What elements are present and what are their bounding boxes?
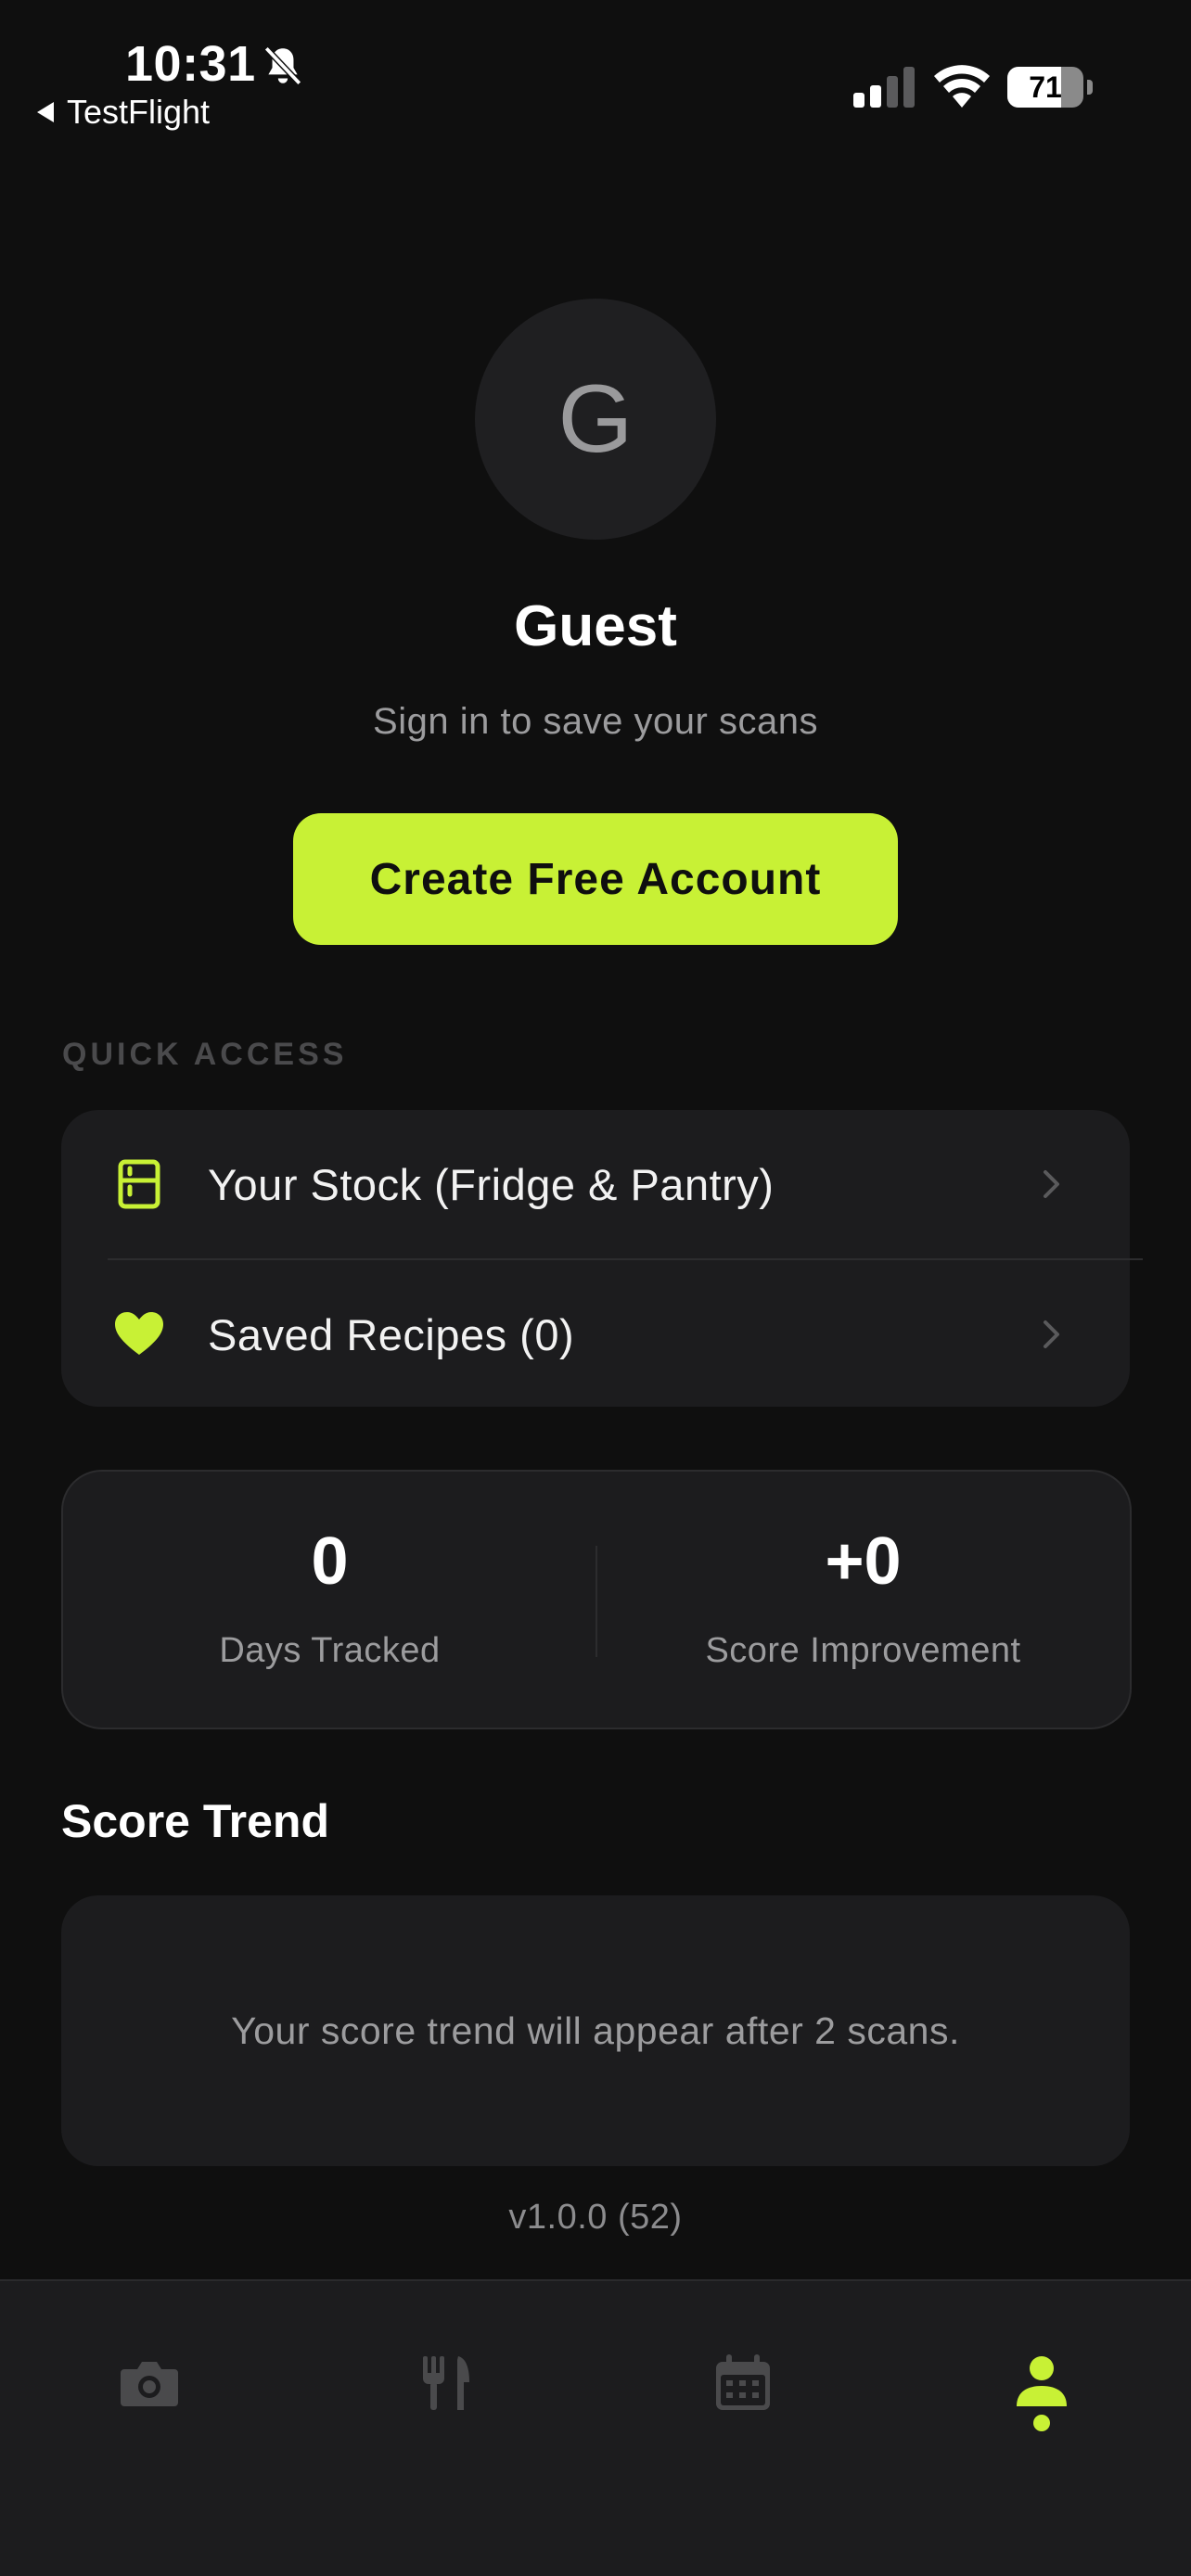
- avatar: G: [475, 299, 716, 540]
- quick-access-label: QUICK ACCESS: [62, 1037, 348, 1072]
- utensils-icon: [423, 2356, 469, 2410]
- chevron-right-icon: [1044, 1170, 1059, 1198]
- cellular-signal-icon: [853, 67, 915, 108]
- back-arrow-icon: [37, 102, 54, 122]
- tab-bar: [0, 2279, 1191, 2576]
- score-trend-title: Score Trend: [61, 1795, 329, 1847]
- create-account-button[interactable]: Create Free Account: [293, 813, 898, 945]
- fridge-icon: [118, 1159, 160, 1209]
- stat-score-improvement: +0 Score Improvement: [596, 1472, 1130, 1728]
- profile-name: Guest: [514, 594, 677, 658]
- battery-icon: 71: [1007, 67, 1093, 108]
- tab-recipes[interactable]: [400, 2337, 493, 2429]
- score-trend-card: Your score trend will appear after 2 sca…: [61, 1895, 1130, 2166]
- quick-access-item-recipes[interactable]: Saved Recipes (0): [61, 1260, 1130, 1409]
- active-tab-indicator: [1033, 2415, 1050, 2431]
- tab-calendar[interactable]: [697, 2337, 789, 2429]
- battery-level: 71: [1029, 70, 1062, 104]
- calendar-icon: [716, 2354, 770, 2410]
- back-to-app-button[interactable]: TestFlight: [37, 93, 210, 132]
- status-bar: 10:31 TestFlight 71: [0, 0, 1191, 148]
- chevron-right-icon: [1044, 1320, 1059, 1348]
- score-trend-empty-message: Your score trend will appear after 2 sca…: [231, 2009, 960, 2052]
- stat-label: Score Improvement: [705, 1631, 1021, 1670]
- wifi-icon: [934, 65, 990, 108]
- stat-days-tracked: 0 Days Tracked: [63, 1472, 596, 1728]
- quick-access-item-stock[interactable]: Your Stock (Fridge & Pantry): [61, 1110, 1130, 1258]
- back-app-label: TestFlight: [67, 93, 211, 131]
- stat-value: 0: [311, 1524, 349, 1599]
- camera-icon: [121, 2362, 178, 2406]
- person-icon: [1017, 2356, 1067, 2406]
- stat-label: Days Tracked: [219, 1631, 441, 1670]
- quick-access-item-label: Your Stock (Fridge & Pantry): [208, 1159, 775, 1209]
- tab-scan[interactable]: [103, 2337, 196, 2429]
- status-time: 10:31: [125, 36, 256, 92]
- profile-subtitle: Sign in to save your scans: [373, 701, 818, 742]
- app-version: v1.0.0 (52): [508, 2198, 683, 2237]
- bell-muted-icon: [263, 45, 302, 86]
- heart-icon: [115, 1312, 163, 1355]
- quick-access-card: Your Stock (Fridge & Pantry) Saved Recip…: [61, 1110, 1143, 1409]
- avatar-initial: G: [557, 364, 634, 473]
- profile-screen: 10:31 TestFlight 71 G Guest Sign in to s…: [0, 0, 1191, 2576]
- stat-value: +0: [825, 1524, 902, 1599]
- quick-access-item-label: Saved Recipes (0): [208, 1309, 575, 1359]
- stats-card: 0 Days Tracked +0 Score Improvement: [61, 1470, 1132, 1729]
